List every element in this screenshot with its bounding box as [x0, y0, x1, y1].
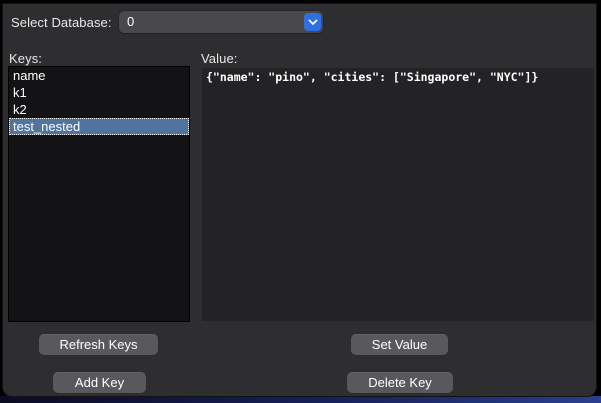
chevron-down-icon: [304, 13, 321, 31]
database-select-value: 0: [127, 14, 134, 29]
desktop-wallpaper-edge: [0, 396, 601, 403]
keys-list[interactable]: name k1 k2 test_nested: [8, 66, 190, 322]
value-textarea[interactable]: {"name": "pino", "cities": ["Singapore",…: [202, 68, 594, 321]
value-label: Value:: [201, 51, 238, 66]
key-list-item-selected[interactable]: test_nested: [9, 118, 189, 135]
key-list-item[interactable]: name: [9, 67, 189, 84]
add-key-button[interactable]: Add Key: [53, 372, 146, 393]
select-database-label: Select Database:: [11, 15, 112, 30]
set-value-button[interactable]: Set Value: [351, 334, 448, 355]
key-list-item[interactable]: k2: [9, 101, 189, 118]
app-window: Select Database: 0 Keys: Value: name k1 …: [2, 3, 597, 397]
desktop: { "colors": { "accent_blue": "#2f6fe4", …: [0, 0, 601, 403]
database-select[interactable]: 0: [119, 11, 323, 33]
refresh-keys-button[interactable]: Refresh Keys: [39, 334, 158, 355]
key-list-item[interactable]: k1: [9, 84, 189, 101]
delete-key-button[interactable]: Delete Key: [347, 372, 453, 393]
keys-label: Keys:: [9, 51, 42, 66]
